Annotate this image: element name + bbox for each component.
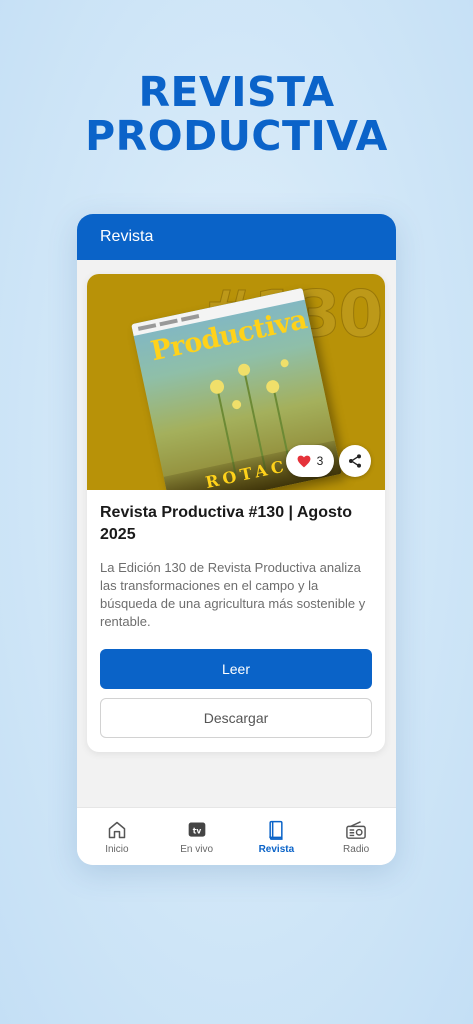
nav-item-inicio[interactable]: Inicio xyxy=(77,808,157,865)
nav-item-en-vivo[interactable]: tv En vivo xyxy=(157,808,237,865)
nav-label-revista: Revista xyxy=(258,843,295,855)
radio-icon xyxy=(345,819,367,841)
bottom-navigation: Inicio tv En vivo Revista Radio xyxy=(77,807,396,865)
like-button[interactable]: 3 xyxy=(286,445,334,477)
svg-text:tv: tv xyxy=(192,826,201,835)
home-icon xyxy=(106,819,128,841)
read-button[interactable]: Leer xyxy=(100,649,372,689)
card-body: Revista Productiva #130 | Agosto 2025 La… xyxy=(87,490,385,738)
nav-label-radio: Radio xyxy=(343,843,370,855)
share-button[interactable] xyxy=(339,445,371,477)
app-header: Revista xyxy=(77,214,396,260)
book-icon xyxy=(265,819,287,841)
nav-label-inicio: Inicio xyxy=(105,843,129,855)
share-icon xyxy=(349,454,361,468)
nav-label-en-vivo: En vivo xyxy=(180,843,214,855)
hero-title-line1: REVISTA xyxy=(138,68,335,116)
magazine-cover[interactable]: #130 Productiva ROTAC 3 xyxy=(87,274,385,490)
magazine-card: #130 Productiva ROTAC 3 xyxy=(87,274,385,752)
heart-icon xyxy=(297,455,311,467)
tv-icon: tv xyxy=(186,819,208,841)
magazine-title: Revista Productiva #130 | Agosto 2025 xyxy=(100,504,352,543)
hero-title: REVISTA PRODUCTIVA xyxy=(0,70,473,158)
hero-title-line2: PRODUCTIVA xyxy=(85,112,388,160)
nav-item-revista[interactable]: Revista xyxy=(237,808,317,865)
magazine-description: La Edición 130 de Revista Productiva ana… xyxy=(100,560,366,629)
header-title: Revista xyxy=(100,228,154,245)
phone-screen: Revista #130 Productiva ROTAC xyxy=(77,214,396,865)
download-button[interactable]: Descargar xyxy=(100,698,372,738)
like-count: 3 xyxy=(316,454,324,468)
nav-item-radio[interactable]: Radio xyxy=(316,808,396,865)
